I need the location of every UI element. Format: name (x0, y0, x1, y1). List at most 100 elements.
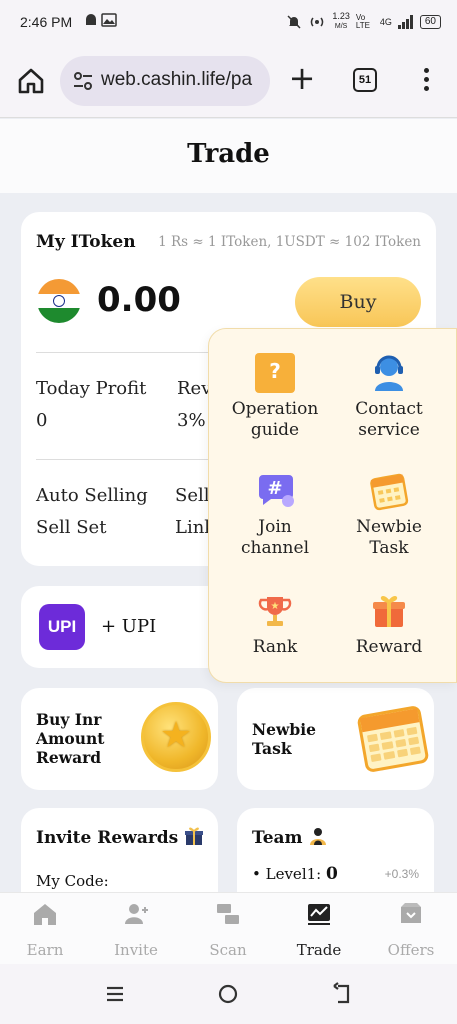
invite-title-text: Invite Rewards (36, 828, 179, 848)
rev-label: Rev (177, 378, 212, 399)
address-bar[interactable]: web.cashin.life/pa (60, 56, 270, 106)
speed-value: 1.23 (332, 11, 350, 21)
nav-label: Scan (209, 941, 247, 959)
quick-menu-popup: Operationguide Contactservice # Joinchan… (208, 328, 457, 683)
hotspot-icon (311, 17, 324, 26)
speed-readout: 1.23 M/S (332, 12, 350, 31)
site-settings-icon[interactable] (72, 70, 94, 92)
new-tab-icon[interactable]: + (288, 62, 316, 94)
menu-item-rank[interactable]: ★ Rank (215, 591, 335, 658)
mute-bell-icon (287, 14, 301, 29)
nav-item-scan[interactable]: Scan (188, 901, 268, 959)
calendar-icon (356, 704, 430, 774)
nav-item-invite[interactable]: Invite (96, 901, 176, 959)
menu-item-reward[interactable]: Reward (329, 591, 449, 658)
upi-logo-icon: UPI (39, 604, 85, 650)
bottom-nav: Earn Invite Scan Trade Offers (0, 892, 457, 964)
home-icon[interactable] (16, 66, 46, 96)
url-text[interactable]: web.cashin.life/pa (101, 69, 252, 91)
nav-label: Offers (387, 941, 435, 959)
system-navigation-bar (0, 964, 457, 1024)
buy-button[interactable]: Buy (295, 277, 421, 327)
add-upi-label[interactable]: + UPI (101, 616, 156, 637)
scan-icon (217, 904, 239, 924)
offers-box-icon (401, 903, 421, 923)
back-icon[interactable] (328, 980, 356, 1008)
nav-label: Trade (296, 941, 342, 959)
nav-item-trade[interactable]: Trade (279, 901, 359, 959)
page-title: Trade (187, 139, 270, 169)
today-profit-value: 0 (36, 410, 48, 431)
nav-item-earn[interactable]: Earn (5, 901, 85, 959)
svg-text:#: # (267, 478, 282, 499)
status-time: 2:46 PM (20, 14, 73, 30)
invite-rewards-title: Invite Rewards (36, 826, 204, 848)
status-bar: 2:46 PM 1.23 M/S Vo LTE 4G 60 (0, 0, 457, 44)
menu-item-label: Operation guide (231, 399, 319, 440)
trophy-icon: ★ (258, 597, 292, 626)
signal-icon (397, 14, 413, 29)
tab-switcher-button[interactable]: 51 (353, 68, 377, 92)
newbie-task-title: Newbie Task (252, 720, 316, 758)
menu-item-label: Rank (252, 637, 298, 657)
menu-item-label: Reward (355, 637, 423, 657)
battery-icon: 60 (419, 14, 441, 29)
nav-label: Invite (114, 941, 158, 959)
india-flag-icon (37, 279, 81, 323)
menu-item-newbie-task[interactable]: Newbie Task (329, 471, 449, 559)
gift-icon (373, 596, 405, 627)
headset-agent-icon (375, 355, 403, 391)
title-line: Task (252, 739, 292, 758)
speed-unit: M/S (334, 23, 348, 30)
title-line: Buy Inr (36, 710, 102, 729)
star-coin-icon: ★ (141, 702, 211, 772)
hashtag-chat-icon: # (259, 475, 294, 507)
title-line: Reward (36, 748, 102, 767)
team-title: Team (252, 826, 328, 848)
page-header: Trade (0, 119, 457, 193)
newbie-task-card[interactable]: Newbie Task (237, 688, 434, 790)
token-balance: 0.00 (97, 280, 181, 320)
menu-item-contact-service[interactable]: Contact service (329, 353, 449, 441)
menu-item-operation-guide[interactable]: Operationguide (215, 353, 335, 441)
network-label: 4G (379, 16, 392, 27)
team-title-text: Team (252, 828, 303, 848)
divider (36, 352, 216, 353)
svg-text:★: ★ (271, 601, 280, 612)
menu-item-label: Contact service (355, 399, 423, 440)
menu-item-label: Newbie Task (356, 517, 422, 558)
divider (36, 459, 216, 460)
team-person-icon (310, 828, 327, 845)
menu-item-label: Join channel (241, 517, 309, 558)
nav-item-offers[interactable]: Offers (371, 901, 451, 959)
add-upi-card[interactable]: UPI + UPI (21, 586, 221, 668)
buy-inr-reward-card[interactable]: Buy Inr Amount Reward ★ (21, 688, 218, 790)
notification-icons (84, 13, 118, 30)
add-user-icon (125, 904, 148, 924)
calendar-icon (370, 473, 409, 511)
my-code-label: My Code: (36, 872, 109, 890)
nav-label: Earn (26, 941, 64, 959)
level1-line: • Level1: 0 (252, 864, 338, 884)
gift-icon (185, 827, 204, 845)
auto-selling-label[interactable]: Auto Selling (36, 485, 148, 506)
chart-icon (308, 904, 330, 925)
more-menu-icon[interactable] (418, 68, 434, 94)
volte-label: Vo LTE (355, 12, 370, 30)
status-right: 1.23 M/S Vo LTE 4G 60 (286, 12, 441, 31)
level-label: Level1: (265, 865, 322, 883)
sell-label[interactable]: Sell (175, 485, 210, 506)
menu-item-join-channel[interactable]: # Join channel (215, 471, 335, 559)
home-circle-icon[interactable] (214, 980, 242, 1008)
android-icon (86, 13, 117, 27)
today-profit-label: Today Profit (36, 378, 147, 399)
question-book-icon (255, 353, 295, 393)
level-value: 0 (326, 864, 338, 884)
exchange-rate: 1 Rs ≈ 1 IToken, 1USDT ≈ 102 IToken (158, 234, 421, 250)
level-percent: +0.3% (384, 867, 419, 881)
title-line: Newbie (252, 720, 316, 739)
rev-value: 3% (177, 410, 206, 431)
buy-inr-reward-title: Buy Inr Amount Reward (36, 710, 104, 767)
sell-set-label[interactable]: Sell Set (36, 517, 106, 538)
recent-apps-icon[interactable] (101, 980, 129, 1008)
